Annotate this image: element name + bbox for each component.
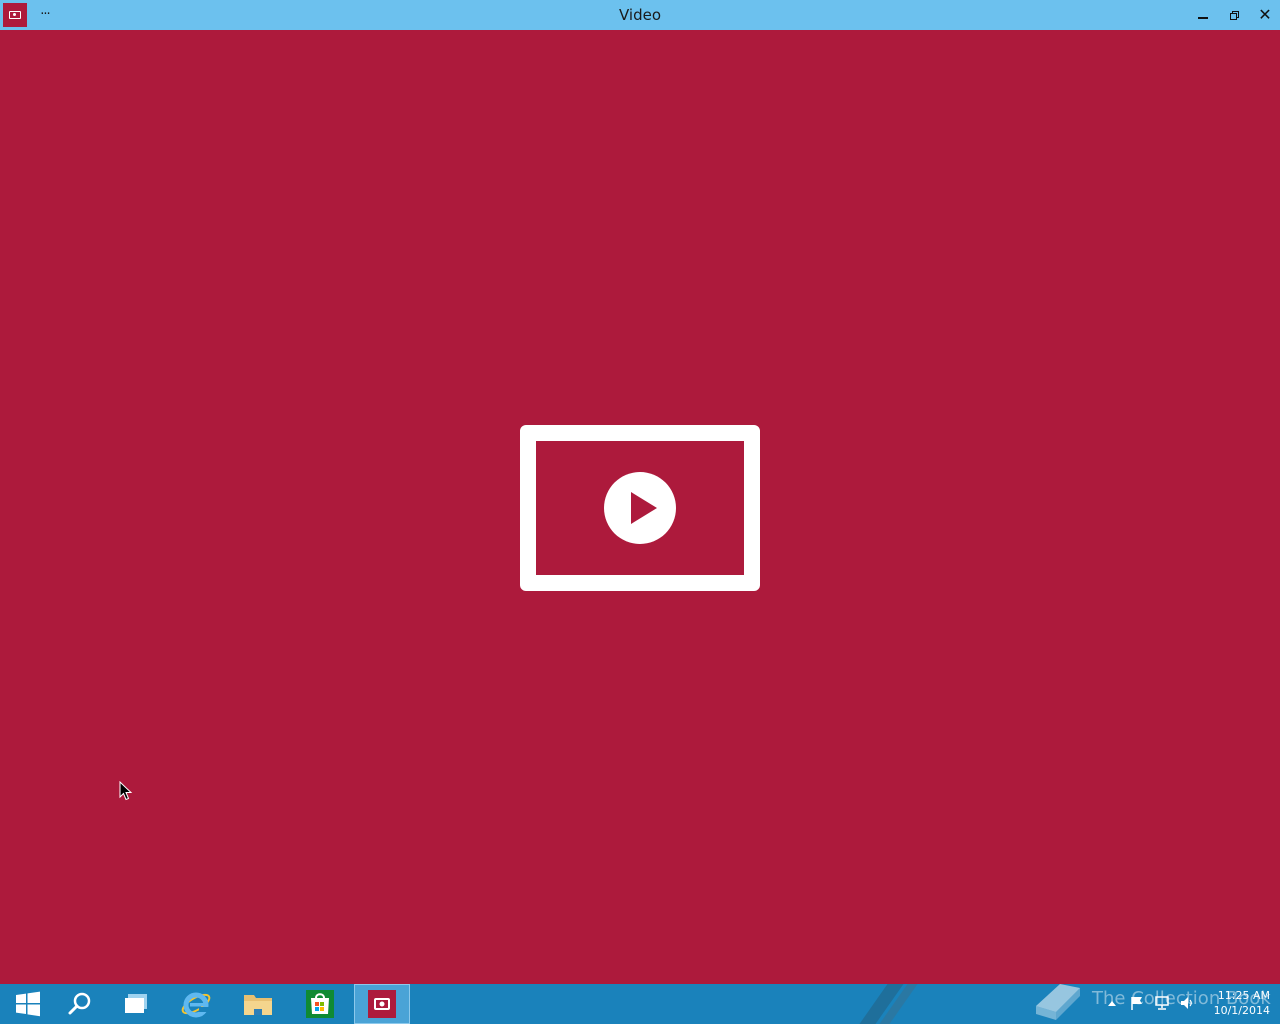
store-icon [306,990,334,1018]
book-icon [1036,984,1080,1020]
folder-icon [244,995,272,1015]
title-bar: ··· Video ✕ [0,0,1280,30]
task-view-button[interactable] [108,984,164,1024]
restore-icon [1229,10,1239,20]
minimize-button[interactable] [1188,0,1218,30]
start-button[interactable] [0,984,56,1024]
mouse-cursor-icon [119,781,133,801]
close-button[interactable]: ✕ [1250,0,1280,30]
video-app-icon [368,990,396,1018]
app-icon[interactable] [3,3,27,27]
windows-logo-icon [16,991,40,1017]
network-icon [1155,996,1169,1010]
video-app-icon [9,11,21,19]
internet-explorer-button[interactable] [168,984,224,1024]
internet-explorer-icon [181,992,211,1018]
speaker-icon [1181,997,1192,1009]
flag-icon [1131,997,1142,1010]
clock-date: 10/1/2014 [1213,1004,1270,1017]
task-view-icon [125,994,147,1013]
store-button[interactable] [292,984,348,1024]
clock-time: 11:25 AM [1217,989,1270,1002]
action-center-button[interactable] [1128,994,1146,1012]
search-icon [68,992,91,1015]
window-title: Video [618,6,662,24]
maximize-button[interactable] [1219,0,1249,30]
volume-button[interactable] [1178,994,1196,1012]
show-hidden-icons-button[interactable] [1103,994,1121,1012]
minimize-icon [1198,17,1208,19]
taskbar: The Collection Book 11:25 AM 10/1/2014 [0,984,1280,1024]
search-button[interactable] [52,984,108,1024]
video-placeholder-icon [520,425,760,591]
file-explorer-button[interactable] [230,984,286,1024]
more-options-button[interactable]: ··· [34,0,56,30]
network-button[interactable] [1153,994,1171,1012]
play-icon [604,472,676,544]
close-icon: ✕ [1258,5,1272,24]
video-content-area [0,30,1280,984]
clock[interactable]: 11:25 AM 10/1/2014 [1206,988,1270,1018]
video-app-button[interactable] [354,984,410,1024]
chevron-up-icon [1108,1001,1116,1006]
